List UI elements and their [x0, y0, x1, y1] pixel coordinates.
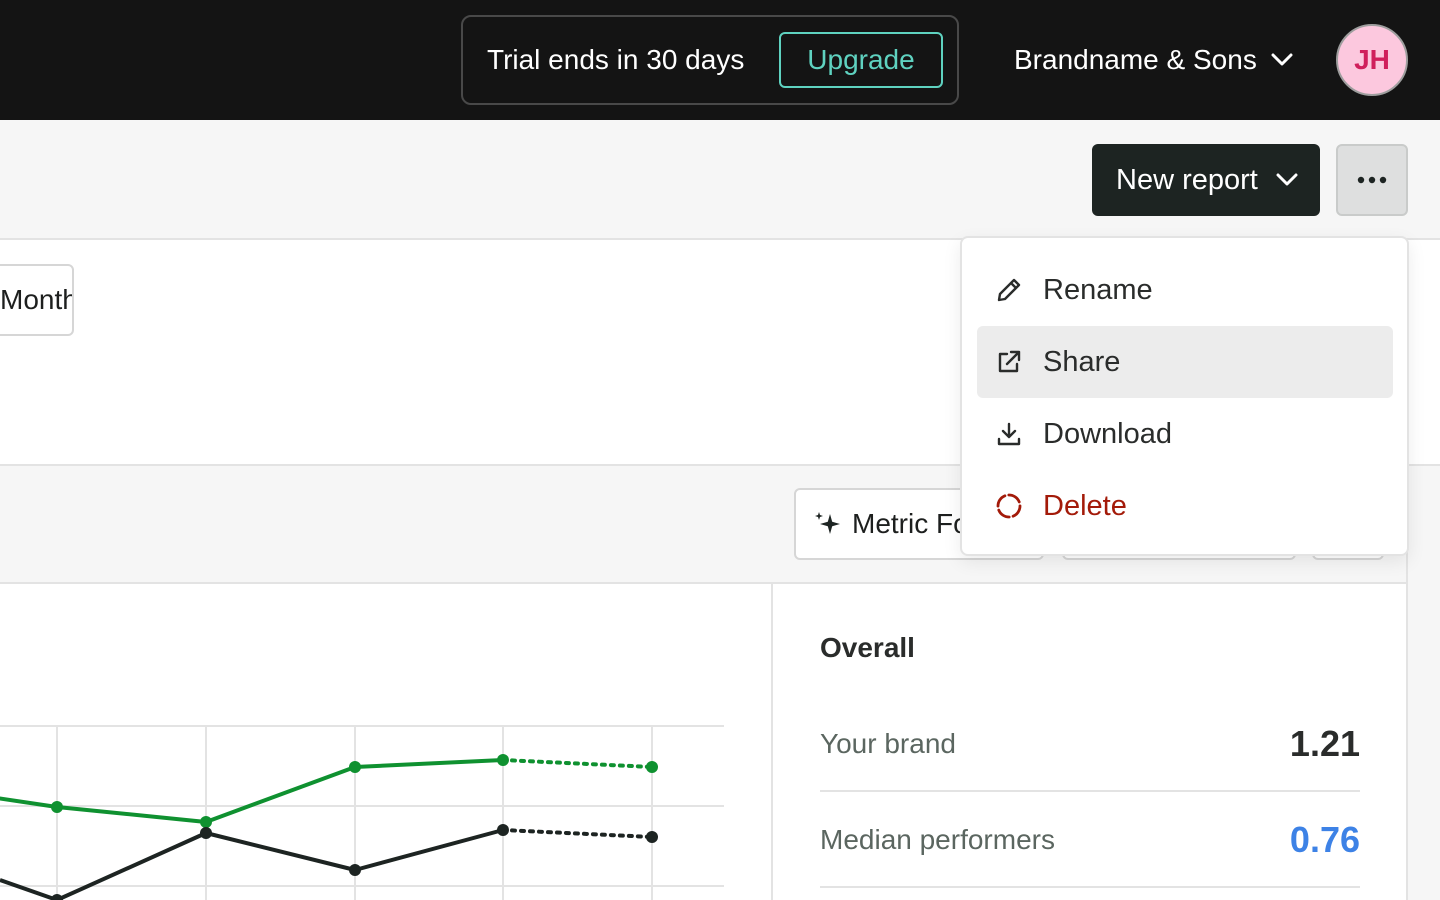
brand-selector[interactable]: Brandname & Sons [1014, 30, 1293, 90]
median-point [349, 864, 361, 876]
menu-item-label: Rename [1043, 273, 1153, 306]
report-toolbar: New report [0, 120, 1440, 240]
overall-stats-panel: Overall Your brand 1.21 Median performer… [773, 584, 1408, 900]
median-point [497, 824, 509, 836]
menu-item-label: Share [1043, 345, 1121, 378]
chevron-down-icon [1276, 173, 1298, 186]
menu-item-label: Delete [1043, 489, 1127, 522]
trend-chart-panel [0, 584, 773, 900]
sparkle-icon [815, 512, 840, 534]
median-series-projection [501, 828, 654, 839]
avatar[interactable]: JH [1336, 24, 1408, 96]
download-icon [993, 418, 1025, 450]
more-horizontal-icon [1357, 176, 1387, 184]
top-navigation-bar: Trial ends in 30 days Upgrade Brandname … [0, 0, 1440, 120]
median-series-line [0, 828, 504, 900]
median-point [200, 827, 212, 839]
stat-row-median-performers: Median performers 0.76 [820, 792, 1360, 888]
chevron-down-icon [1271, 53, 1293, 66]
trend-chart [0, 725, 724, 900]
brand-series-projection [501, 758, 654, 769]
trial-banner: Trial ends in 30 days Upgrade [461, 15, 959, 105]
period-chip[interactable]: Month [0, 264, 74, 336]
median-point [646, 831, 658, 843]
upgrade-button[interactable]: Upgrade [779, 32, 943, 88]
overall-title: Overall [820, 632, 915, 663]
brand-point [200, 816, 212, 828]
brand-point [497, 754, 509, 766]
menu-item-download[interactable]: Download [977, 398, 1393, 470]
pencil-icon [993, 274, 1025, 306]
stat-value: 1.21 [1289, 723, 1360, 764]
new-report-button[interactable]: New report [1092, 144, 1320, 216]
median-point [51, 894, 63, 900]
brand-name: Brandname & Sons [1014, 44, 1257, 75]
delete-icon [993, 490, 1025, 522]
trial-text: Trial ends in 30 days [487, 44, 745, 75]
brand-point [349, 761, 361, 773]
external-link-icon [993, 346, 1025, 378]
stat-label: Your brand [820, 728, 956, 759]
new-report-label: New report [1116, 163, 1258, 196]
brand-point [51, 801, 63, 813]
brand-point [646, 761, 658, 773]
report-options-menu: Rename Share Download Delete [960, 236, 1409, 556]
menu-item-label: Download [1043, 417, 1172, 450]
stat-row-your-brand: Your brand 1.21 [820, 696, 1360, 792]
more-options-button[interactable] [1336, 144, 1408, 216]
menu-item-rename[interactable]: Rename [977, 254, 1393, 326]
menu-item-delete[interactable]: Delete [977, 470, 1393, 542]
menu-item-share[interactable]: Share [977, 326, 1393, 398]
brand-series-line [0, 758, 504, 824]
stat-value: 0.76 [1289, 819, 1360, 860]
metric-button-label: Metric Fo [852, 508, 969, 539]
stat-label: Median performers [820, 824, 1055, 855]
